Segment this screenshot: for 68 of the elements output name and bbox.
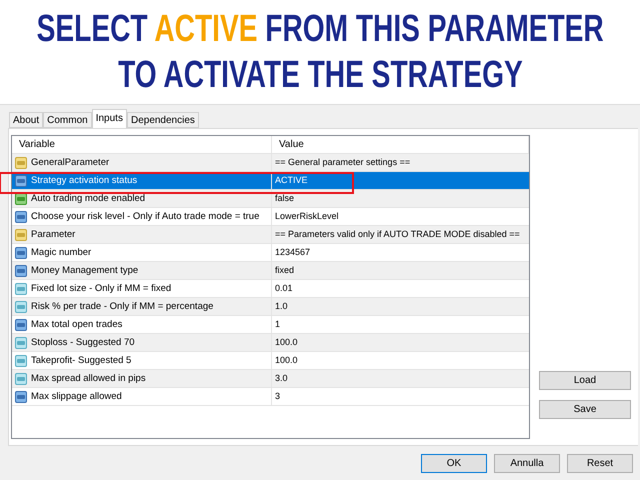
tab[interactable]: Inputs (92, 109, 127, 128)
variable-name: Stoploss - Suggested 70 (31, 337, 135, 348)
fraction-type-icon (15, 336, 27, 348)
value-cell[interactable]: 3.0 (272, 370, 529, 387)
table-row[interactable]: GeneralParameter == General parameter settings == (12, 154, 529, 172)
table-row[interactable]: Risk % per trade - Only if MM = percentage 1.0 (12, 298, 529, 316)
table-row[interactable]: Stoploss - Suggested 70 100.0 (12, 334, 529, 352)
column-header[interactable]: Variable (12, 136, 272, 153)
fraction-type-icon (15, 354, 27, 366)
table-row[interactable]: Magic number 1234567 (12, 244, 529, 262)
table-row[interactable]: Max slippage allowed 3 (12, 388, 529, 406)
column-header[interactable]: Value (272, 136, 529, 153)
text-type-icon (15, 228, 27, 240)
tab[interactable]: About (9, 112, 44, 128)
number-type-icon (15, 318, 27, 330)
table-row[interactable]: Choose your risk level - Only if Auto trade mode = true LowerRiskLevel (12, 208, 529, 226)
value-cell[interactable]: 1.0 (272, 298, 529, 315)
value-cell[interactable]: LowerRiskLevel (272, 208, 529, 225)
fraction-type-icon (15, 282, 27, 294)
value-cell[interactable]: 3 (272, 388, 529, 405)
variable-name: Magic number (31, 247, 92, 258)
load-button[interactable]: Load (539, 371, 631, 390)
value-cell[interactable]: 100.0 (272, 352, 529, 369)
variable-name: GeneralParameter (31, 157, 110, 168)
variable-name: Max slippage allowed (31, 391, 122, 402)
table-row[interactable]: Max spread allowed in pips 3.0 (12, 370, 529, 388)
headline: TO ACTIVATE THE STRATEGY (118, 53, 522, 98)
variable-name: Auto trading mode enabled (31, 193, 146, 204)
number-type-icon (15, 390, 27, 402)
table-row[interactable]: Fixed lot size - Only if MM = fixed 0.01 (12, 280, 529, 298)
fraction-type-icon (15, 300, 27, 312)
table-row[interactable]: Strategy activation status ACTIVE (12, 172, 529, 190)
dialog-button[interactable]: Annulla (494, 454, 560, 473)
fraction-type-icon (15, 372, 27, 384)
value-cell[interactable]: ACTIVE (272, 172, 529, 189)
variable-name: Parameter (31, 229, 76, 240)
headline: SELECT ACTIVE FROM THIS PARAMETER (36, 7, 604, 52)
value-cell[interactable]: false (272, 190, 529, 207)
tab[interactable]: Dependencies (126, 112, 199, 128)
number-type-icon (15, 210, 27, 222)
tab[interactable]: Common (43, 112, 92, 128)
variable-name: Max spread allowed in pips (31, 373, 146, 384)
value-cell[interactable]: == Parameters valid only if AUTO TRADE MODE disabled == (272, 226, 529, 243)
value-cell[interactable]: 1234567 (272, 244, 529, 261)
table-row[interactable]: Takeprofit- Suggested 5 100.0 (12, 352, 529, 370)
variable-name: Max total open trades (31, 319, 122, 330)
value-cell[interactable]: 1 (272, 316, 529, 333)
variable-name: Risk % per trade - Only if MM = percentage (31, 301, 214, 312)
number-type-icon (15, 174, 27, 186)
table-row[interactable]: Money Management type fixed (12, 262, 529, 280)
variable-name: Strategy activation status (31, 175, 138, 186)
value-cell[interactable]: 0.01 (272, 280, 529, 297)
number-type-icon (15, 264, 27, 276)
variable-name: Choose your risk level - Only if Auto trade mode = true (31, 211, 260, 222)
text-type-icon (15, 156, 27, 168)
table-row[interactable]: Auto trading mode enabled false (12, 190, 529, 208)
value-cell[interactable]: fixed (272, 262, 529, 279)
variable-name: Fixed lot size - Only if MM = fixed (31, 283, 172, 294)
number-type-icon (15, 246, 27, 258)
table-row[interactable]: Parameter == Parameters valid only if AUTO TRADE MODE disabled == (12, 226, 529, 244)
value-cell[interactable]: 100.0 (272, 334, 529, 351)
table-row[interactable]: Max total open trades 1 (12, 316, 529, 334)
save-button[interactable]: Save (539, 400, 631, 419)
dialog-button[interactable]: Reset (567, 454, 633, 473)
variable-name: Takeprofit- Suggested 5 (31, 355, 132, 366)
dialog-button[interactable]: OK (421, 454, 487, 473)
variable-name: Money Management type (31, 265, 138, 276)
value-cell[interactable]: == General parameter settings == (272, 154, 529, 171)
